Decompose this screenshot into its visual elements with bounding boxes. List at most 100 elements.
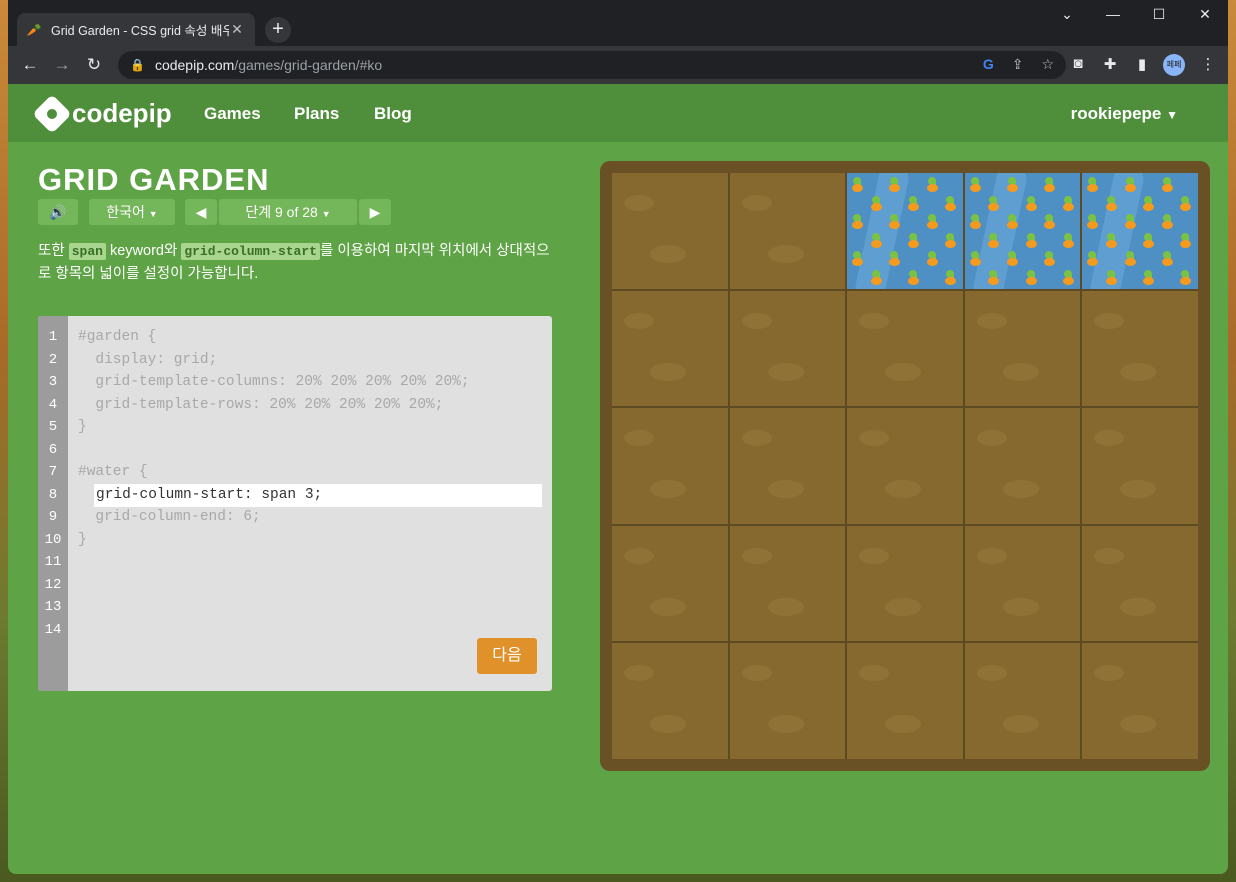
carrot-patch xyxy=(1082,173,1198,289)
minimize-button[interactable]: — xyxy=(1090,6,1136,22)
close-tab-icon[interactable]: ✕ xyxy=(229,21,245,38)
carrot-icon xyxy=(1084,212,1103,231)
close-window-button[interactable]: ✕ xyxy=(1182,6,1228,23)
desc-code-grid-column-start: grid-column-start xyxy=(181,243,320,260)
google-icon[interactable]: G xyxy=(983,56,994,73)
water-cell xyxy=(964,173,1081,289)
code-input[interactable]: grid-column-start: span 3; xyxy=(94,484,542,507)
user-menu[interactable]: rookiepepe ▼ xyxy=(1071,104,1178,124)
carrot-icon xyxy=(849,175,868,194)
soil-cell xyxy=(1082,643,1198,759)
soil-cell xyxy=(729,525,846,642)
side-panel-icon[interactable]: ▮ xyxy=(1132,55,1152,73)
carrot-icon xyxy=(1084,175,1103,194)
carrot-icon xyxy=(1122,175,1141,194)
carrot-icon xyxy=(1177,268,1196,287)
next-level-button[interactable]: ▶ xyxy=(359,199,391,225)
game-title: GRID GARDEN xyxy=(38,162,270,197)
water-cell xyxy=(847,173,963,289)
carrot-icon xyxy=(1103,231,1122,250)
browser-tab[interactable]: 🥕 Grid Garden - CSS grid 속성 배우기 ✕ xyxy=(17,13,255,46)
share-icon[interactable]: ⇪ xyxy=(1012,56,1024,73)
code-line: grid-column-end: 6; xyxy=(78,509,261,525)
line-number-gutter: 1 2 3 4 5 6 7 8 9 10 11 12 13 14 xyxy=(38,316,68,691)
sound-button[interactable]: 🔊 xyxy=(38,199,78,225)
carrot-icon xyxy=(1060,194,1079,213)
carrot-icon xyxy=(985,231,1004,250)
chevron-down-icon[interactable]: ⌄ xyxy=(1044,6,1090,23)
level-description: 또한 span keyword와 grid-column-start 를 이용하여… xyxy=(38,240,558,285)
soil-cell xyxy=(612,643,728,759)
address-bar[interactable]: 🔒 codepip.com/games/grid-garden/#ko G ⇪ … xyxy=(118,51,1066,79)
language-select[interactable]: 한국어 ▼ xyxy=(89,199,175,225)
soil-cell xyxy=(612,408,728,524)
soil-cell xyxy=(729,173,846,289)
bookmark-star-icon[interactable]: ☆ xyxy=(1041,56,1054,73)
extensions-icon[interactable]: ✚ xyxy=(1100,55,1120,73)
profile-avatar[interactable]: 페페 xyxy=(1163,54,1185,76)
carrot-icon xyxy=(942,268,961,287)
carrot-icon xyxy=(1177,194,1196,213)
lock-icon: 🔒 xyxy=(130,58,145,72)
carrot-icon xyxy=(1140,194,1159,213)
maximize-button[interactable]: ☐ xyxy=(1136,6,1182,23)
carrot-icon xyxy=(1004,175,1023,194)
triangle-right-icon: ▶ xyxy=(369,204,381,220)
carrot-icon xyxy=(1023,268,1042,287)
soil-cell xyxy=(964,643,1081,759)
logo-mark-icon xyxy=(32,93,72,134)
carrot-icon xyxy=(967,212,986,231)
soil-cell xyxy=(1082,525,1198,642)
carrot-icon xyxy=(967,175,986,194)
line-number: 4 xyxy=(48,396,58,413)
carrot-icon xyxy=(985,268,1004,287)
carrot-icon xyxy=(924,175,943,194)
line-number: 7 xyxy=(48,464,58,480)
carrot-icon xyxy=(1103,194,1122,213)
new-tab-button[interactable]: + xyxy=(265,17,291,43)
carrot-icon xyxy=(1159,175,1178,194)
menu-plans[interactable]: Plans xyxy=(294,104,339,124)
menu-blog[interactable]: Blog xyxy=(374,104,412,124)
code-line: grid-template-columns: 20% 20% 20% 20% 2… xyxy=(78,374,470,390)
line-number: 10 xyxy=(44,531,62,548)
triangle-left-icon: ◀ xyxy=(195,204,207,220)
carrot-icon xyxy=(886,175,905,194)
soil-cell xyxy=(612,525,728,642)
carrot-icon xyxy=(1004,212,1023,231)
carrot-icon xyxy=(1060,231,1079,250)
tab-title: Grid Garden - CSS grid 속성 배우기 xyxy=(51,24,229,38)
soil-cell xyxy=(612,290,728,407)
reload-button[interactable]: ↻ xyxy=(78,55,110,75)
soil-cell xyxy=(612,173,728,289)
carrot-icon xyxy=(924,212,943,231)
line-number: 11 xyxy=(44,554,62,570)
browser-toolbar: ← → ↻ 🔒 codepip.com/games/grid-garden/#k… xyxy=(8,46,1228,84)
carrot-icon xyxy=(905,231,924,250)
line-number: 8 xyxy=(48,486,58,503)
soil-cell xyxy=(729,643,846,759)
code-line: } xyxy=(78,531,87,548)
codepip-logo[interactable]: codepip xyxy=(32,93,172,134)
carrot-icon xyxy=(905,194,924,213)
back-button[interactable]: ← xyxy=(14,55,46,75)
carrot-icon xyxy=(1041,212,1060,231)
level-select[interactable]: 단계 9 of 28 ▼ xyxy=(219,199,357,225)
code-editor: 1 2 3 4 5 6 7 8 9 10 11 12 13 14 #garden… xyxy=(38,316,552,691)
menu-games[interactable]: Games xyxy=(204,104,261,124)
carrot-icon xyxy=(868,194,887,213)
desc-prefix: 또한 xyxy=(38,243,69,259)
carrot-icon xyxy=(985,194,1004,213)
line-number: 5 xyxy=(48,419,58,435)
prev-level-button[interactable]: ◀ xyxy=(185,199,217,225)
line-number: 12 xyxy=(44,576,62,593)
more-menu-icon[interactable]: ⋮ xyxy=(1198,55,1218,73)
camera-icon[interactable]: ◙ xyxy=(1068,55,1088,72)
line-number: 3 xyxy=(48,374,58,390)
carrot-icon xyxy=(1023,231,1042,250)
forward-button[interactable]: → xyxy=(46,55,78,75)
language-label: 한국어 xyxy=(106,204,145,220)
carrot-icon xyxy=(868,231,887,250)
next-button[interactable]: 다음 xyxy=(477,638,537,674)
